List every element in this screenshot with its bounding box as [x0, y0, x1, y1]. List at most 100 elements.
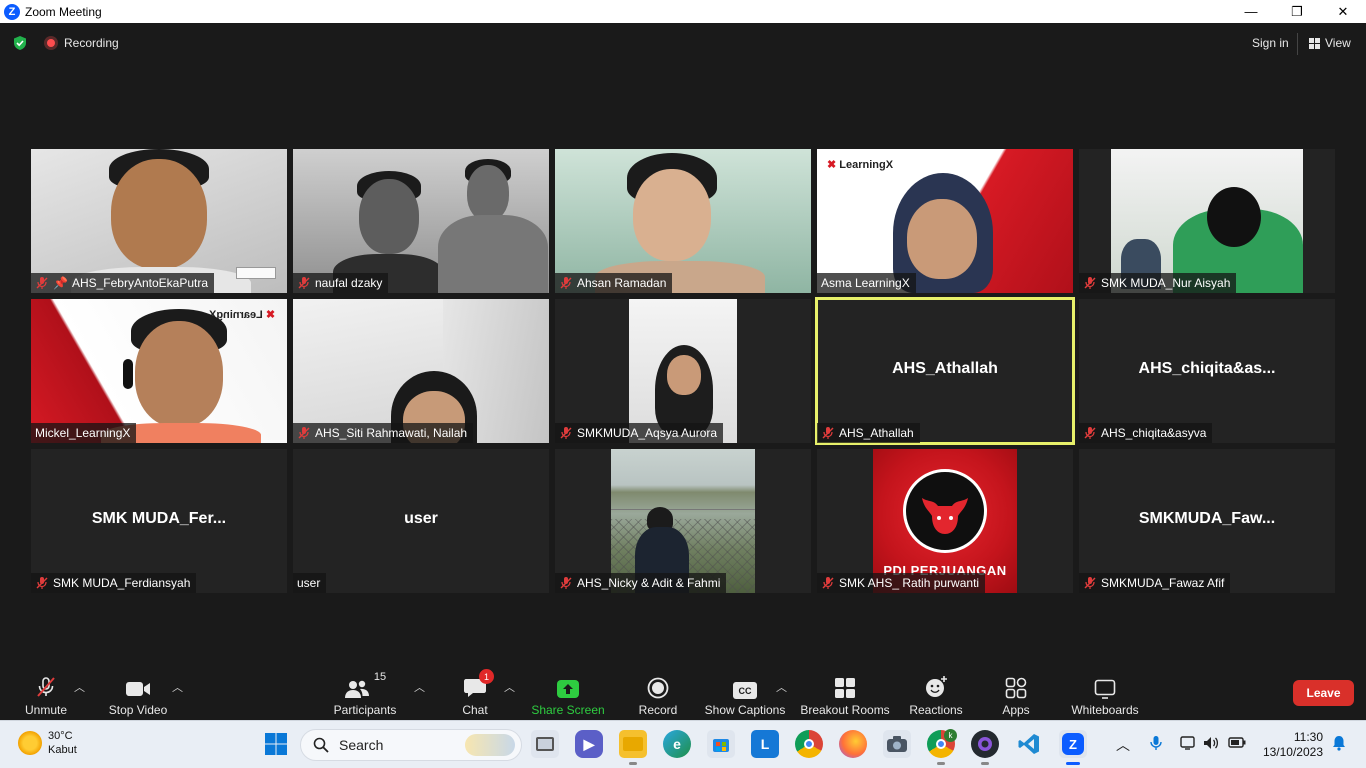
participant-nametag: AHS_Nicky & Adit & Fahmi [555, 573, 727, 593]
bull-logo-icon [903, 469, 987, 553]
zoom-running-indicator [1066, 762, 1080, 765]
participant-display-name: SMK MUDA_Fer... [91, 510, 227, 527]
participant-name: user [297, 576, 321, 590]
participant-name: AHS_Siti Rahmawati, Nailah [315, 426, 468, 440]
file-explorer-icon[interactable] [619, 730, 647, 758]
whiteboards-label: Whiteboards [1071, 703, 1139, 717]
participant-tile[interactable]: 📌 AHS_FebryAntoEkaPutra [31, 149, 287, 293]
grid-view-icon [1309, 37, 1320, 49]
participant-tile[interactable]: SMKMUDA_Faw... SMKMUDA_Fawaz Afif [1079, 449, 1335, 593]
participant-tile[interactable]: AHS_chiqita&as... AHS_chiqita&asyva [1079, 299, 1335, 443]
mic-muted-icon [37, 677, 55, 697]
participant-nametag: Asma LearningX [817, 273, 916, 293]
microphone-tray-icon[interactable] [1150, 735, 1162, 754]
participant-name: SMK MUDA_Ferdiansyah [53, 576, 191, 590]
participant-video [293, 299, 549, 443]
participant-nametag: 📌 AHS_FebryAntoEkaPutra [31, 273, 215, 293]
taskbar-clock[interactable]: 11:30 13/10/2023 [1257, 730, 1323, 760]
breakout-rooms-button[interactable]: Breakout Rooms [800, 663, 890, 720]
participant-name: naufal dzaky [315, 276, 383, 290]
chrome-browser-icon[interactable] [795, 730, 823, 758]
edge-browser-icon[interactable]: e [663, 730, 691, 758]
network-tray-icon[interactable] [1180, 735, 1196, 754]
share-screen-button[interactable]: Share Screen [531, 663, 605, 720]
whiteboards-button[interactable]: Whiteboards [1068, 663, 1142, 720]
participant-tile[interactable]: ✖ LearningX Mickel_LearningX [31, 299, 287, 443]
participant-name: AHS_FebryAntoEkaPutra [71, 276, 209, 290]
github-desktop-icon[interactable] [971, 730, 999, 758]
learning-app-icon[interactable]: L [751, 730, 779, 758]
participant-tile[interactable]: AHS_Nicky & Adit & Fahmi [555, 449, 811, 593]
unmute-label: Unmute [24, 703, 68, 717]
mic-muted-icon [1084, 277, 1096, 289]
weather-sun-icon [18, 731, 42, 755]
participant-tile[interactable]: naufal dzaky [293, 149, 549, 293]
participant-tile[interactable]: user user [293, 449, 549, 593]
clock-time: 11:30 [1293, 730, 1323, 744]
topbar-divider [1297, 33, 1298, 55]
apps-button[interactable]: Apps [996, 663, 1036, 720]
participant-tile[interactable]: SMKMUDA_Aqsya Aurora [555, 299, 811, 443]
firefox-browser-icon[interactable] [839, 730, 867, 758]
participant-tile[interactable]: SMK MUDA_Fer... SMK MUDA_Ferdiansyah [31, 449, 287, 593]
captions-options-caret-icon[interactable]: ︿ [776, 679, 787, 695]
maximize-button[interactable]: ❐ [1274, 0, 1320, 23]
signin-button[interactable]: Sign in [1242, 34, 1299, 52]
stop-video-button[interactable]: Stop Video [106, 663, 170, 720]
security-shield-icon[interactable] [12, 35, 28, 51]
participants-icon [344, 680, 369, 698]
tray-overflow-chevron-icon[interactable]: ︿ [1116, 735, 1130, 755]
clock-date: 13/10/2023 [1262, 745, 1323, 759]
participant-tile[interactable]: PDI PERJUANGAN SMK AHS_ Ratih purwanti [817, 449, 1073, 593]
participant-display-name: AHS_chiqita&as... [1138, 360, 1276, 377]
audio-options-caret-icon[interactable]: ︿ [74, 679, 85, 695]
participants-options-caret-icon[interactable]: ︿ [414, 679, 425, 695]
apps-label: Apps [1002, 703, 1030, 717]
video-options-caret-icon[interactable]: ︿ [172, 679, 183, 695]
view-button[interactable]: View [1305, 34, 1355, 52]
participant-tile[interactable]: AHS_Siti Rahmawati, Nailah [293, 299, 549, 443]
camera-app-icon[interactable] [883, 730, 911, 758]
record-button[interactable]: Record [636, 663, 680, 720]
task-view-icon[interactable] [531, 730, 559, 758]
weather-widget[interactable]: 30°C Kabut [18, 729, 77, 757]
zoom-taskbar-icon[interactable]: Z [1059, 730, 1087, 758]
window-title: Zoom Meeting [25, 4, 102, 19]
show-captions-button[interactable]: CC Show Captions [704, 663, 786, 720]
participants-button[interactable]: 15 Participants [333, 663, 397, 720]
mic-muted-icon [822, 427, 834, 439]
participant-nametag: SMK AHS_ Ratih purwanti [817, 573, 986, 593]
windows-start-icon[interactable] [262, 730, 290, 758]
participant-nametag: AHS_Siti Rahmawati, Nailah [293, 423, 474, 443]
participant-name: SMK AHS_ Ratih purwanti [839, 576, 980, 590]
participant-video [629, 299, 737, 443]
participant-tile-active-speaker[interactable]: AHS_Athallah AHS_Athallah [815, 297, 1075, 445]
volume-tray-icon[interactable] [1203, 735, 1219, 754]
share-screen-icon [557, 680, 579, 698]
teams-meet-icon[interactable]: ▶ [575, 730, 603, 758]
mic-muted-icon [1084, 427, 1096, 439]
taskbar-search-box[interactable]: Search [300, 729, 522, 761]
unmute-button[interactable]: Unmute [22, 663, 70, 720]
participant-name: SMK MUDA_Nur Aisyah [1101, 276, 1231, 290]
notification-bell-icon[interactable] [1331, 735, 1347, 754]
vscode-icon[interactable] [1015, 730, 1043, 758]
recording-indicator[interactable]: Recording [44, 36, 119, 50]
reactions-button[interactable]: Reactions [908, 663, 964, 720]
explorer-running-indicator [629, 762, 637, 765]
participant-video [611, 449, 755, 593]
participant-tile[interactable]: SMK MUDA_Nur Aisyah [1079, 149, 1335, 293]
close-button[interactable]: ✕ [1320, 0, 1366, 23]
view-label: View [1325, 36, 1351, 50]
battery-tray-icon[interactable] [1228, 735, 1246, 752]
window-titlebar: Z Zoom Meeting — ❐ ✕ [0, 0, 1366, 23]
participant-name: AHS_Athallah [839, 426, 914, 440]
microsoft-store-icon[interactable] [707, 730, 735, 758]
participant-tile[interactable]: Ahsan Ramadan [555, 149, 811, 293]
stop-video-label: Stop Video [108, 703, 168, 717]
participant-tile[interactable]: ✖ LearningX Asma LearningX [817, 149, 1073, 293]
chat-options-caret-icon[interactable]: ︿ [504, 679, 515, 695]
minimize-button[interactable]: — [1228, 0, 1274, 23]
participant-name: Asma LearningX [821, 276, 910, 290]
leave-button[interactable]: Leave [1293, 680, 1354, 706]
